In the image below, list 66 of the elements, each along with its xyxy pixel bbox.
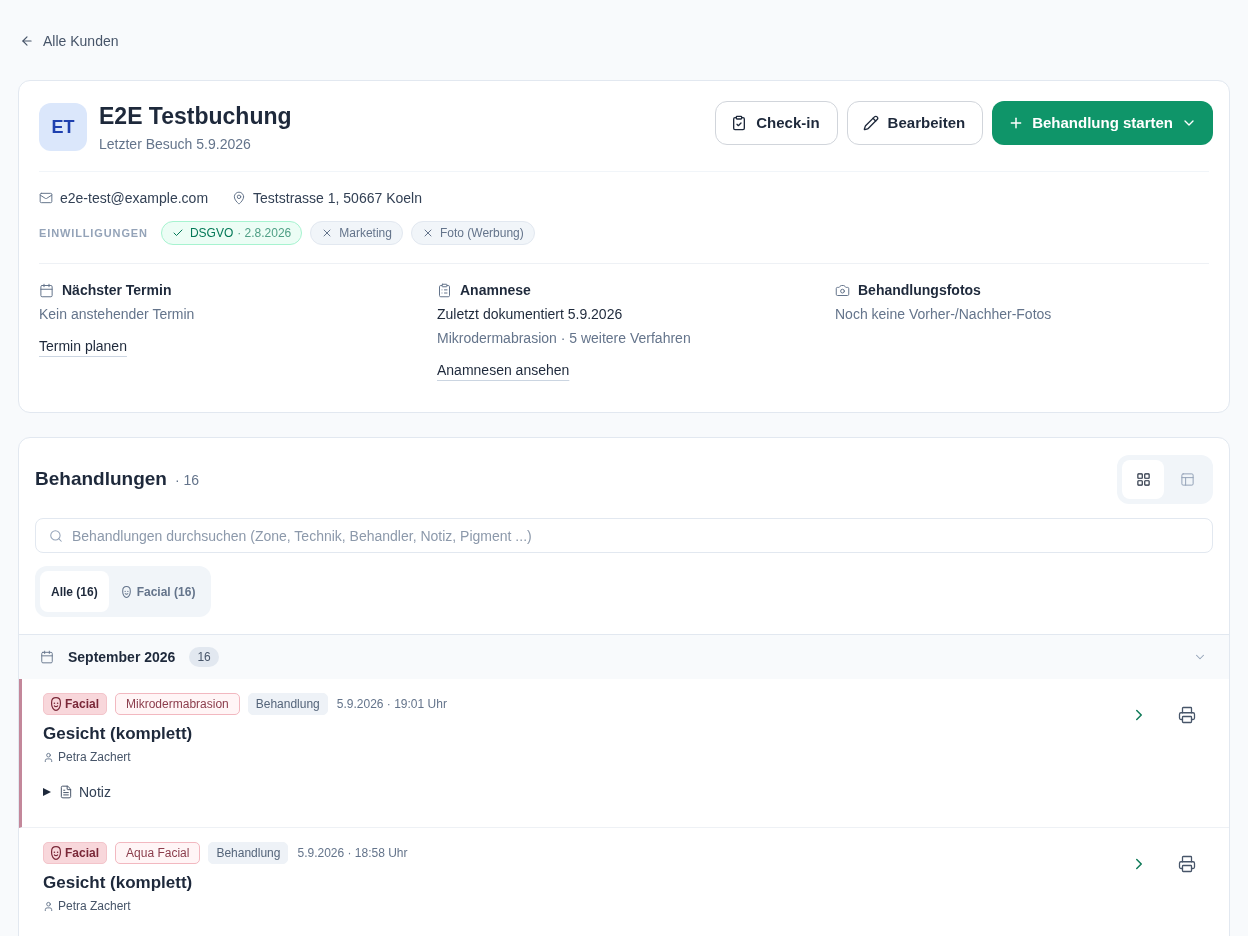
clipboard-icon — [437, 282, 452, 298]
month-header[interactable]: September 2026 16 — [19, 634, 1229, 679]
treatment-datetime: 5.9.2026 · 19:01 Uhr — [336, 696, 447, 713]
month-title: September 2026 — [68, 647, 176, 667]
practitioner-name: Petra Zachert — [58, 898, 131, 914]
consent-label: DSGVO — [189, 225, 234, 242]
consent-label: Foto (Werbung) — [439, 225, 524, 242]
check-icon — [171, 227, 184, 239]
count-text: · 16 — [174, 471, 200, 491]
consent-label: Marketing — [339, 225, 392, 242]
face-icon — [121, 585, 131, 598]
location-pin-icon — [232, 191, 247, 205]
calendar-icon — [40, 650, 54, 664]
face-icon — [51, 846, 61, 860]
address-text: Teststrasse 1, 50667 Koeln — [253, 189, 422, 208]
treatment-title: Gesicht (komplett) — [43, 724, 193, 744]
user-icon — [43, 751, 54, 763]
check-in-button[interactable]: Check-in — [715, 101, 838, 145]
avatar: ET — [39, 103, 87, 151]
edit-button[interactable]: Bearbeiten — [846, 101, 984, 145]
info-text: Noch keine Vorher-/Nachher-Fotos — [835, 305, 1052, 324]
section-heading: Anamnese — [460, 281, 531, 300]
face-icon — [51, 697, 61, 711]
customer-name: E2E Testbuchung — [99, 102, 292, 131]
grid-view-button[interactable] — [1122, 460, 1164, 499]
search-field[interactable]: Behandlungen durchsuchen (Zone, Technik, Behandler, Notiz, Pigment ...) — [35, 518, 1213, 553]
mail-icon — [39, 191, 53, 205]
printer-icon — [1178, 855, 1196, 873]
text-link[interactable]: Anamnesen ansehen — [437, 360, 570, 380]
grid-icon — [1135, 472, 1151, 487]
tag-label: Facial — [65, 845, 100, 862]
text-link[interactable]: Termin planen — [39, 336, 127, 356]
technique-tag: Aqua Facial — [115, 842, 201, 864]
count-badge: 16 — [189, 647, 219, 667]
section-heading: Nächster Termin — [62, 281, 172, 300]
note-toggle[interactable]: Notiz — [43, 782, 111, 802]
treatment-datetime: 5.9.2026 · 18:58 Uhr — [297, 845, 408, 862]
section-heading: Behandlungsfotos — [858, 281, 981, 300]
tag-label: Facial — [65, 696, 100, 713]
search-icon — [49, 529, 63, 543]
section-title: Behandlungen — [35, 467, 167, 492]
practitioner-name: Petra Zachert — [58, 749, 131, 765]
filter-tab[interactable]: Alle (16) — [40, 571, 109, 612]
treatment-title: Gesicht (komplett) — [43, 873, 193, 893]
last-visit-text: Letzter Besuch 5.9.2026 — [99, 135, 251, 154]
info-text: Kein anstehender Termin — [39, 305, 195, 324]
table-layout-icon — [1179, 472, 1195, 487]
info-text: Zuletzt dokumentiert 5.9.2026 — [437, 305, 623, 324]
back-link[interactable]: Alle Kunden — [18, 31, 119, 51]
email-text: e2e-test@example.com — [60, 189, 209, 208]
treatment-card[interactable]: Facial Mikrodermabrasion Behandlung 5.9.2026 · 19:01 Uhr Gesicht (komplett) Petra Zachert Notiz — [19, 679, 1229, 828]
pencil-icon — [862, 115, 879, 131]
info-text: Mikrodermabrasion · 5 weitere Verfahren — [437, 329, 691, 348]
consents-label: EINWILLIGUNGEN — [39, 225, 148, 241]
user-icon — [43, 900, 54, 912]
camera-icon — [835, 282, 850, 298]
filter-tab[interactable]: Facial (16) — [110, 571, 207, 612]
calendar-icon — [39, 282, 54, 298]
technique-tag: Mikrodermabrasion — [115, 693, 240, 715]
printer-icon — [1178, 706, 1196, 724]
type-tag: Behandlung — [208, 842, 289, 864]
start-treatment-button[interactable]: Behandlung starten — [992, 101, 1213, 145]
document-icon — [59, 785, 73, 799]
type-tag: Behandlung — [247, 693, 328, 715]
clipboard-check-icon — [731, 115, 748, 131]
consent-date: · 2.8.2026 — [237, 225, 292, 242]
